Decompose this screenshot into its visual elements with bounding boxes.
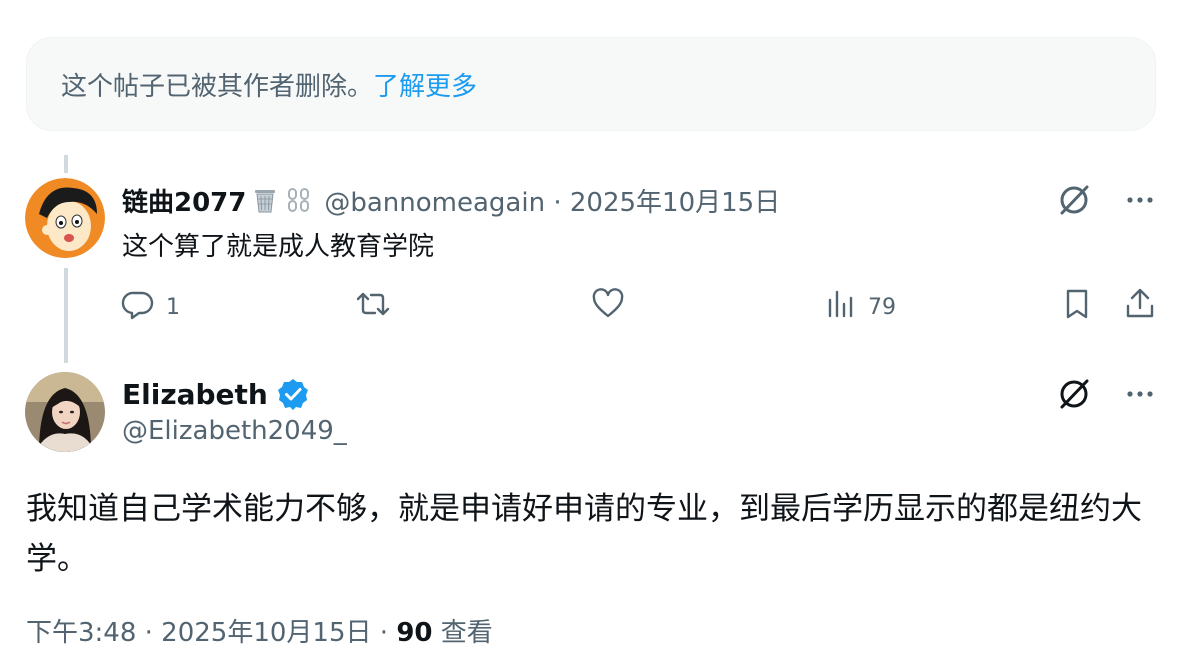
reply-count: 1 bbox=[166, 294, 180, 320]
more-options-icon[interactable] bbox=[1124, 184, 1156, 216]
like-button[interactable] bbox=[590, 286, 626, 328]
thread-line-top bbox=[64, 155, 68, 173]
grok-icon[interactable] bbox=[1056, 376, 1092, 412]
reply-action-bar: 1 79 bbox=[120, 286, 1160, 328]
reply-avatar[interactable] bbox=[25, 178, 105, 258]
more-options-icon[interactable] bbox=[1124, 378, 1156, 410]
repost-icon bbox=[354, 286, 392, 328]
main-avatar[interactable] bbox=[25, 372, 105, 452]
main-display-name[interactable]: Elizabeth bbox=[122, 378, 268, 411]
grok-icon[interactable] bbox=[1056, 182, 1092, 218]
views-count: 79 bbox=[868, 294, 896, 320]
views-button[interactable]: 79 bbox=[824, 286, 896, 328]
thread-line-bottom bbox=[64, 268, 68, 363]
views-chart-icon bbox=[824, 286, 858, 328]
reply-icon bbox=[120, 286, 156, 328]
reply-button[interactable]: 1 bbox=[120, 286, 180, 328]
main-post-footer: 下午3:48 · 2025年10月15日 · 90 查看 bbox=[26, 612, 493, 649]
share-button[interactable] bbox=[1122, 286, 1158, 328]
share-icon bbox=[1122, 286, 1158, 328]
post-views-label: 查看 bbox=[440, 618, 493, 648]
main-post-text: 我知道自己学术能力不够，就是申请好申请的专业，到最后学历显示的都是纽约大学。 bbox=[26, 491, 1142, 577]
deleted-post-notice: 这个帖子已被其作者删除。 了解更多 bbox=[26, 37, 1156, 131]
learn-more-link[interactable]: 了解更多 bbox=[373, 66, 477, 103]
main-handle[interactable]: @Elizabeth2049_ bbox=[122, 416, 347, 446]
bookmark-button[interactable] bbox=[1060, 286, 1094, 328]
bookmark-icon bbox=[1060, 286, 1094, 328]
reply-meta[interactable]: @bannomeagain · 2025年10月15日 bbox=[324, 182, 780, 219]
post-views-count: 90 bbox=[396, 618, 433, 648]
main-top-actions bbox=[1056, 376, 1156, 412]
reply-display-name[interactable]: 链曲2077 bbox=[122, 182, 246, 219]
reply-header: 链曲2077 @bannomeagain · 2025年10月15日 bbox=[122, 182, 780, 218]
reply-text: 这个算了就是成人教育学院 bbox=[122, 232, 435, 262]
repost-button[interactable] bbox=[354, 286, 392, 328]
verified-badge-icon[interactable] bbox=[276, 377, 310, 411]
main-name-row: Elizabeth bbox=[122, 374, 310, 414]
deleted-notice-text: 这个帖子已被其作者删除。 bbox=[61, 71, 374, 102]
wastebasket-icon bbox=[250, 185, 280, 215]
reply-top-actions bbox=[1056, 182, 1156, 218]
heart-icon bbox=[590, 286, 626, 328]
chain-icon bbox=[284, 185, 314, 215]
post-timestamp[interactable]: 下午3:48 · 2025年10月15日 · bbox=[26, 618, 396, 648]
